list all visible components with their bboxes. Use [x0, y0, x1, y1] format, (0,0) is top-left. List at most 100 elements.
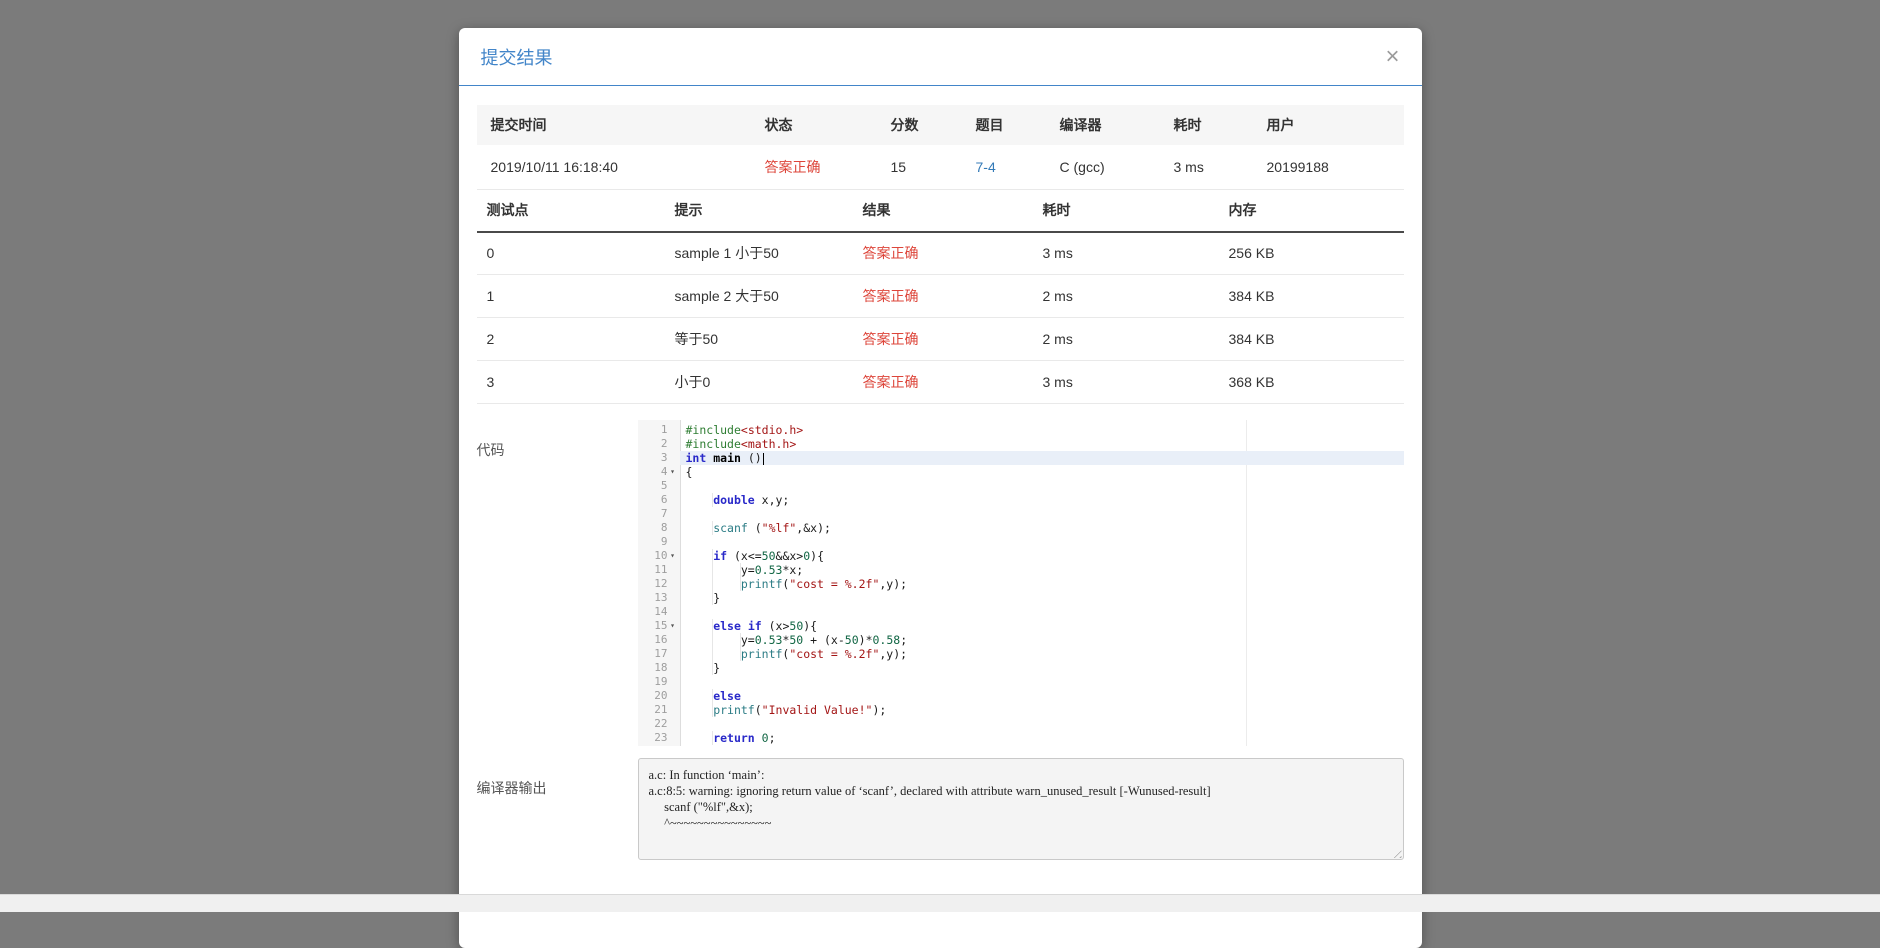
code-token-plain: &&x>: [776, 549, 804, 563]
column-header: 编译器: [1046, 105, 1160, 145]
code-line: 13}: [638, 591, 1404, 605]
fold-arrow-icon[interactable]: ▾: [668, 465, 678, 479]
line-number-text: 19: [654, 675, 667, 689]
code-token-plain: ;: [900, 633, 907, 647]
fold-arrow-icon[interactable]: ▾: [668, 549, 678, 563]
code-token-builtin: scanf: [713, 521, 748, 535]
horizontal-scrollbar[interactable]: [0, 894, 1880, 912]
line-number: 21: [638, 703, 680, 717]
code-line: 2#include<math.h>: [638, 437, 1404, 451]
code-line-content: #include<math.h>: [680, 437, 1404, 451]
code-token-incl: <math.h>: [741, 437, 796, 451]
code-token-plain: ){: [810, 549, 824, 563]
indent-guide: [713, 633, 741, 647]
code-editor[interactable]: 1#include<stdio.h>2#include<math.h>3int …: [638, 420, 1404, 746]
indent-guide: [686, 521, 714, 535]
line-number-text: 9: [661, 535, 668, 549]
code-token-plain: {: [686, 465, 693, 479]
code-line-content: [680, 717, 1404, 731]
code-line: 1#include<stdio.h>: [638, 423, 1404, 437]
compiler-output-textarea[interactable]: a.c: In function ‘main’: a.c:8:5: warnin…: [638, 758, 1404, 860]
code-line: 18}: [638, 661, 1404, 675]
code-line-content: [680, 507, 1404, 521]
indent-guide: [713, 563, 741, 577]
cell-duration: 3 ms: [1033, 232, 1219, 275]
line-number: 18: [638, 661, 680, 675]
indent-guide: [713, 577, 741, 591]
line-number-text: 13: [654, 591, 667, 605]
code-token-str: "cost = %.2f": [789, 647, 879, 661]
indent-guide: [686, 689, 714, 703]
line-number-text: 16: [654, 633, 667, 647]
line-number: 2: [638, 437, 680, 451]
indent-guide: [686, 633, 714, 647]
code-token-kw: double: [713, 493, 755, 507]
cell-memory: 384 KB: [1219, 318, 1404, 361]
line-number: 16: [638, 633, 680, 647]
code-token-num: 50: [789, 619, 803, 633]
code-line: 22: [638, 717, 1404, 731]
column-header: 耗时: [1033, 190, 1219, 232]
line-number: 7: [638, 507, 680, 521]
code-token-plain: ;: [769, 731, 776, 745]
line-number-text: 5: [661, 479, 668, 493]
code-token-plain: (): [741, 451, 762, 465]
submission-result-modal: 提交结果 × 提交时间状态分数题目编译器耗时用户 2019/10/11 16:1…: [459, 28, 1422, 948]
code-line-content: #include<stdio.h>: [680, 423, 1404, 437]
line-number: 8: [638, 521, 680, 535]
code-token-num: 0: [762, 731, 769, 745]
code-token-plain: x,y;: [755, 493, 790, 507]
submission-row: 2019/10/11 16:18:40答案正确157-4C (gcc)3 ms2…: [477, 145, 1404, 189]
line-number: 10▾: [638, 549, 680, 563]
code-token-plain: (: [748, 521, 762, 535]
code-line: 10▾if (x<=50&&x>0){: [638, 549, 1404, 563]
code-line-content: y=0.53*50 + (x-50)*0.58;: [680, 633, 1404, 647]
testcase-table-header-row: 测试点提示结果耗时内存: [477, 190, 1404, 232]
line-number-text: 22: [654, 717, 667, 731]
indent-guide: [686, 591, 714, 605]
code-line-content: else if (x>50){: [680, 619, 1404, 633]
code-token-plain: ,y);: [879, 577, 907, 591]
code-line: 21printf("Invalid Value!");: [638, 703, 1404, 717]
modal-title: 提交结果: [481, 44, 553, 70]
code-token-plain: ,&x);: [796, 521, 831, 535]
cell-testcase-id: 2: [477, 318, 665, 361]
close-icon[interactable]: ×: [1385, 45, 1399, 69]
column-header: 题目: [962, 105, 1046, 145]
code-line: 11y=0.53*x;: [638, 563, 1404, 577]
line-number: 15▾: [638, 619, 680, 633]
column-header: 结果: [853, 190, 1033, 232]
code-token-kw: else: [713, 619, 741, 633]
line-number-text: 4: [661, 465, 668, 479]
modal-header: 提交结果 ×: [459, 28, 1422, 86]
cell-testcase-id: 1: [477, 275, 665, 318]
line-number: 22: [638, 717, 680, 731]
problem-link[interactable]: 7-4: [976, 159, 996, 175]
cell-time: 2019/10/11 16:18:40: [477, 145, 751, 189]
code-token-num: 0.58: [873, 633, 901, 647]
code-line-content: }: [680, 661, 1404, 675]
indent-guide: [686, 647, 714, 661]
testcase-row: 0sample 1 小于50答案正确3 ms256 KB: [477, 232, 1404, 275]
cell-testcase-id: 0: [477, 232, 665, 275]
code-line-content: {: [680, 465, 1404, 479]
code-token-plain: }: [713, 661, 720, 675]
code-token-plain: *x;: [782, 563, 803, 577]
column-header: 状态: [751, 105, 877, 145]
code-token-fn: main: [713, 451, 741, 465]
line-number-text: 20: [654, 689, 667, 703]
text-cursor: [763, 453, 764, 465]
testcase-row: 3小于0答案正确3 ms368 KB: [477, 361, 1404, 404]
submission-table-header-row: 提交时间状态分数题目编译器耗时用户: [477, 105, 1404, 145]
code-token-builtin: printf: [741, 647, 783, 661]
column-header: 分数: [877, 105, 962, 145]
modal-body: 提交时间状态分数题目编译器耗时用户 2019/10/11 16:18:40答案正…: [459, 86, 1422, 860]
line-number: 23: [638, 731, 680, 745]
code-token-plain: [755, 731, 762, 745]
fold-arrow-icon[interactable]: ▾: [668, 619, 678, 633]
cell-result: 答案正确: [853, 232, 1033, 275]
line-number-text: 17: [654, 647, 667, 661]
cell-result: 答案正确: [853, 275, 1033, 318]
line-number: 19: [638, 675, 680, 689]
line-number-text: 8: [661, 521, 668, 535]
